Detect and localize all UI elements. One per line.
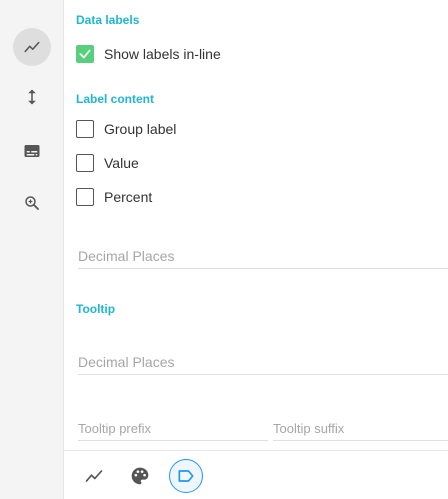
tooltip-suffix-field (273, 417, 448, 441)
label-decimal-places-field (78, 245, 448, 269)
show-labels-inline-checkbox-row[interactable]: Show labels in-line (76, 44, 221, 64)
data-labels-heading: Data labels (76, 13, 140, 27)
rail-vertical-resize-button[interactable] (13, 78, 51, 116)
show-labels-inline-checkbox[interactable] (76, 45, 94, 63)
group-label-option-label: Group label (104, 121, 177, 137)
percent-checkbox[interactable] (76, 188, 94, 206)
rail-subtitles-button[interactable] (13, 132, 51, 170)
percent-checkbox-row[interactable]: Percent (76, 187, 152, 207)
vertical-resize-icon (28, 89, 36, 105)
label-tag-icon (178, 470, 194, 482)
group-label-checkbox-row[interactable]: Group label (76, 119, 176, 139)
bottom-tab-bar (64, 450, 448, 499)
subtitles-icon (24, 145, 40, 157)
percent-option-label: Percent (104, 189, 153, 205)
tab-palette[interactable] (123, 459, 157, 493)
group-label-checkbox[interactable] (76, 120, 94, 138)
tooltip-prefix-input[interactable] (78, 421, 268, 436)
label-content-heading: Label content (76, 92, 155, 106)
data-labels-settings-panel: Data labels Show labels in-line Label co… (64, 0, 448, 450)
tooltip-decimal-places-field (78, 351, 448, 375)
left-icon-rail (0, 0, 64, 499)
tooltip-heading: Tooltip (76, 302, 116, 316)
trend-line-icon (85, 470, 103, 482)
label-decimal-places-input[interactable] (78, 248, 448, 264)
tooltip-decimal-places-input[interactable] (78, 354, 448, 370)
value-checkbox-row[interactable]: Value (76, 153, 139, 173)
trend-line-icon (24, 41, 40, 53)
rail-zoom-button[interactable] (13, 184, 51, 222)
tooltip-prefix-field (78, 417, 268, 441)
checkmark-icon (79, 49, 91, 59)
tab-trend-line[interactable] (77, 459, 111, 493)
value-checkbox[interactable] (76, 154, 94, 172)
tab-labels[interactable] (169, 459, 203, 493)
value-option-label: Value (104, 155, 139, 171)
rail-trend-line-button[interactable] (13, 28, 51, 66)
tooltip-suffix-input[interactable] (273, 421, 448, 436)
show-labels-inline-label: Show labels in-line (104, 46, 221, 62)
palette-icon (131, 467, 149, 485)
zoom-in-icon (25, 196, 39, 210)
